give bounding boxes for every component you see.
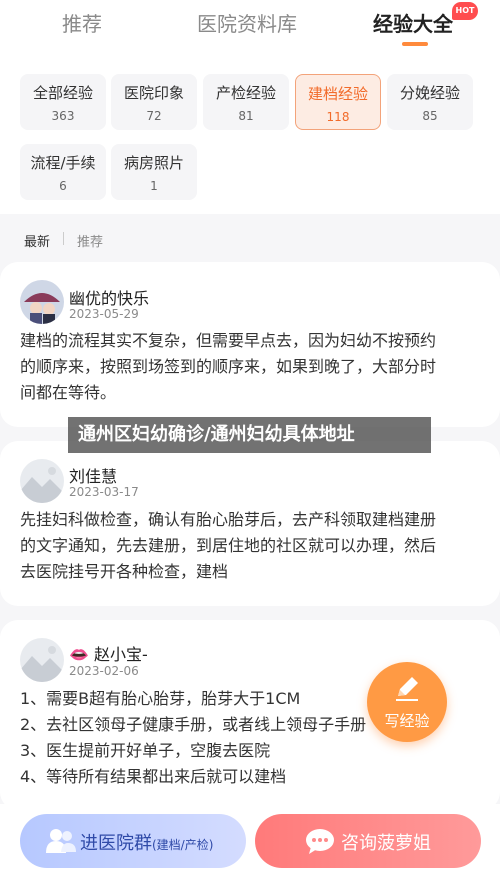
category-count: 81 — [238, 109, 254, 123]
sort-bar: 最新 推荐 — [0, 214, 500, 264]
category-all[interactable]: 全部经验 363 — [20, 74, 106, 130]
post-author[interactable]: 刘佳慧 — [69, 463, 117, 487]
post-date: 2023-05-29 — [69, 307, 139, 321]
category-name: 医院印象 — [123, 84, 184, 102]
category-filing[interactable]: 建档经验 118 — [295, 74, 381, 130]
post-text: 建档的流程其实不复杂，但需要早点去，因为妇幼不按预约 的顺序来，按照到场签到的顺… — [20, 331, 437, 402]
category-prenatal[interactable]: 产检经验 81 — [203, 74, 289, 130]
tab-recommend[interactable]: 推荐 — [62, 8, 102, 37]
sort-divider — [63, 232, 64, 245]
category-name: 分娩经验 — [399, 84, 460, 102]
category-count: 85 — [422, 109, 438, 123]
category-name: 全部经验 — [32, 84, 93, 102]
category-count: 6 — [59, 179, 67, 193]
join-group-label: 进医院群(建档/产检) — [80, 829, 213, 855]
avatar[interactable] — [20, 638, 64, 682]
category-count: 118 — [326, 110, 350, 124]
category-count: 72 — [146, 109, 162, 123]
pencil-icon — [393, 674, 421, 706]
chat-bubble-icon — [305, 827, 335, 859]
overlay-banner: 通州区妇幼确诊/通州妇幼具体地址 — [68, 417, 431, 453]
sort-latest[interactable]: 最新 — [24, 231, 50, 250]
category-hospital-impression[interactable]: 医院印象 72 — [111, 74, 197, 130]
tab-hospital-database[interactable]: 医院资料库 — [197, 8, 297, 37]
lips-icon: 👄 — [69, 645, 89, 664]
consult-label: 咨询菠萝姐 — [341, 833, 431, 854]
post-author[interactable]: 👄 赵小宝- — [69, 641, 148, 665]
category-name: 建档经验 — [307, 85, 368, 103]
avatar[interactable] — [20, 280, 64, 324]
avatar[interactable] — [20, 459, 64, 503]
category-grid: 全部经验 363 医院印象 72 产检经验 81 建档经验 118 分娩经验 8… — [0, 52, 500, 214]
tab-experience[interactable]: 经验大全 — [373, 8, 453, 37]
sort-recommended[interactable]: 推荐 — [77, 231, 103, 250]
post-card[interactable]: 刘佳慧 2023-03-17 先挂妇科做检查，确认有胎心胎芽后，去产科领取建档建… — [0, 441, 500, 606]
post-card[interactable]: 幽优的快乐 2023-05-29 建档的流程其实不复杂，但需要早点去，因为妇幼不… — [0, 262, 500, 427]
category-count: 1 — [150, 179, 158, 193]
top-tab-bar: 推荐 医院资料库 经验大全 HOT — [0, 0, 500, 52]
category-name: 病房照片 — [123, 154, 184, 172]
category-delivery[interactable]: 分娩经验 85 — [387, 74, 473, 130]
write-experience-button[interactable]: 写经验 — [367, 662, 447, 742]
post-author[interactable]: 幽优的快乐 — [69, 285, 149, 309]
category-count: 363 — [51, 109, 75, 123]
post-date: 2023-02-06 — [69, 664, 139, 678]
post-text: 先挂妇科做检查，确认有胎心胎芽后，去产科领取建档建册 的文字通知，先去建册，到居… — [20, 510, 437, 581]
join-hospital-group-button[interactable]: 进医院群(建档/产检) — [20, 814, 246, 868]
post-date: 2023-03-17 — [69, 485, 139, 499]
post-author-name: 赵小宝- — [94, 645, 148, 664]
active-tab-indicator — [402, 42, 428, 46]
category-name: 流程/手续 — [30, 154, 96, 172]
join-group-text: 进医院群 — [80, 833, 152, 854]
category-name: 产检经验 — [215, 84, 276, 102]
category-procedure[interactable]: 流程/手续 6 — [20, 144, 106, 200]
write-experience-label: 写经验 — [384, 712, 430, 730]
consult-button[interactable]: 咨询菠萝姐 — [255, 814, 481, 868]
category-ward-photos[interactable]: 病房照片 1 — [111, 144, 197, 200]
hot-badge: HOT — [452, 2, 478, 20]
group-icon — [46, 827, 76, 859]
join-group-subtext: (建档/产检) — [152, 838, 214, 852]
bottom-action-bar: 进医院群(建档/产检) 咨询菠萝姐 — [0, 804, 500, 872]
